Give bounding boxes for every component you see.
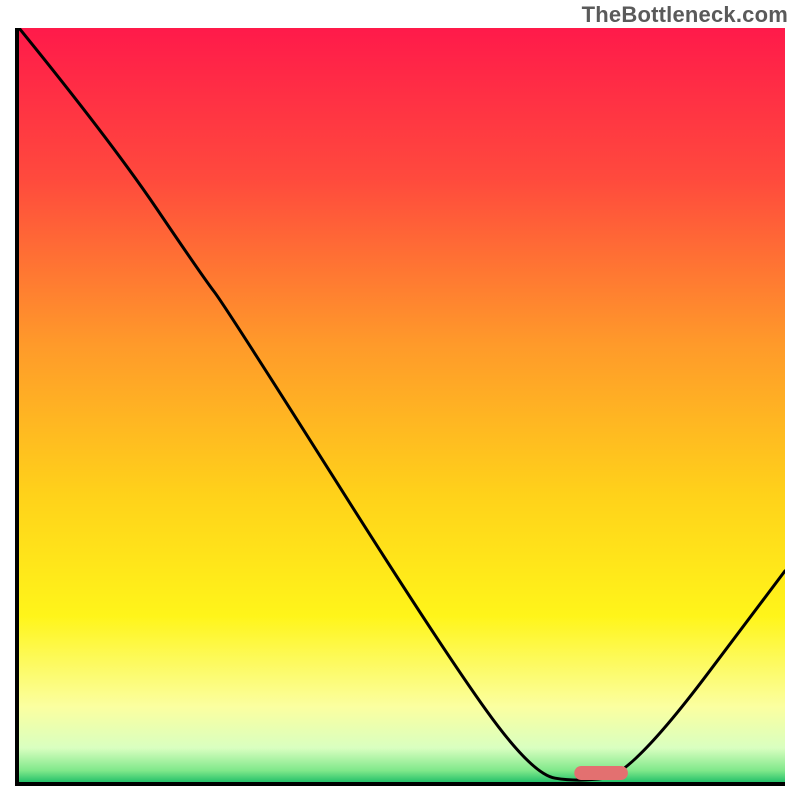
watermark-text: TheBottleneck.com <box>582 2 788 28</box>
bottleneck-curve <box>19 28 785 780</box>
chart-lines <box>19 28 785 782</box>
plot-area <box>19 28 785 782</box>
plot-frame <box>15 28 785 786</box>
chart-container: TheBottleneck.com <box>0 0 800 800</box>
optimal-marker <box>574 766 628 780</box>
